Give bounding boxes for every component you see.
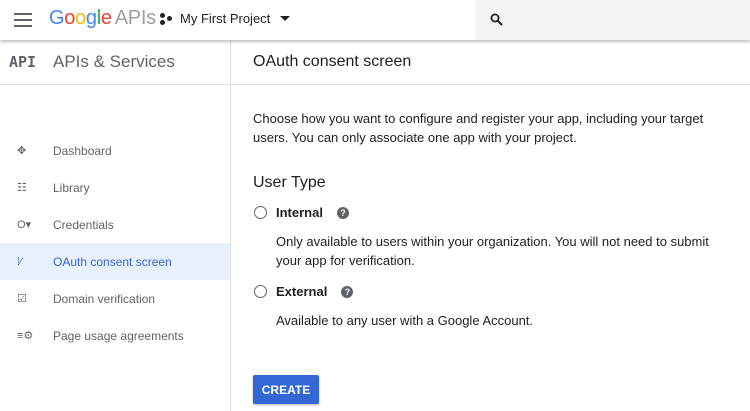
- sidebar-item-label: Credentials: [53, 217, 114, 232]
- sidebar-item-oauth-consent-screen[interactable]: ⁞⁄ OAuth consent screen: [0, 243, 230, 280]
- consent-icon: ⁞⁄: [17, 255, 22, 268]
- sidebar-item-dashboard[interactable]: ✥ Dashboard: [0, 132, 230, 169]
- internal-description: Only available to users within your orga…: [276, 234, 709, 268]
- search-input[interactable]: [475, 0, 750, 40]
- intro-text: Choose how you want to configure and reg…: [253, 111, 704, 145]
- top-bar: Google APIs My First Project: [0, 0, 750, 40]
- page-title: OAuth consent screen: [231, 40, 750, 85]
- sidebar-item-label: OAuth consent screen: [53, 254, 172, 269]
- sidebar-item-label: Library: [53, 180, 90, 195]
- help-icon[interactable]: ?: [341, 285, 354, 298]
- radio-internal[interactable]: Internal ?: [254, 205, 349, 220]
- sidebar-item-label: Page usage agreements: [53, 328, 184, 343]
- search-icon: [490, 13, 503, 26]
- settings-list-icon: ≡⚙: [17, 330, 34, 342]
- sidebar-item-domain-verification[interactable]: ☑ Domain verification: [0, 280, 230, 317]
- sidebar-item-page-usage-agreements[interactable]: ≡⚙ Page usage agreements: [0, 317, 230, 354]
- radio-label: Internal: [276, 205, 323, 220]
- project-name: My First Project: [180, 11, 271, 26]
- key-icon: O▾: [17, 219, 32, 231]
- chevron-down-icon: [280, 16, 291, 21]
- sidebar-item-credentials[interactable]: O▾ Credentials: [0, 206, 230, 243]
- project-icon: [160, 12, 174, 25]
- create-button[interactable]: CREATE: [253, 375, 319, 404]
- sidebar-item-label: Dashboard: [53, 143, 112, 158]
- domain-check-icon: ☑: [17, 293, 27, 305]
- radio-circle[interactable]: [254, 285, 267, 298]
- sidebar-item-label: Domain verification: [53, 291, 156, 306]
- help-icon[interactable]: ?: [336, 206, 349, 219]
- menu-icon[interactable]: [14, 13, 32, 27]
- dashboard-icon: ✥: [17, 145, 27, 157]
- radio-external[interactable]: External ?: [254, 284, 354, 299]
- user-type-heading: User Type: [253, 174, 326, 191]
- sidebar-item-library[interactable]: ☷ Library: [0, 169, 230, 206]
- library-icon: ☷: [17, 182, 27, 194]
- sidebar: API APIs & Services ✥ Dashboard ☷ Library O▾…: [0, 40, 231, 411]
- sidebar-title: APIs & Services: [53, 52, 175, 71]
- google-apis-logo[interactable]: Google APIs: [49, 7, 156, 30]
- api-badge-icon: API: [9, 53, 37, 71]
- radio-circle[interactable]: [254, 206, 267, 219]
- radio-label: External: [276, 284, 328, 299]
- project-selector[interactable]: My First Project: [160, 11, 291, 26]
- external-description: Available to any user with a Google Acco…: [276, 313, 534, 328]
